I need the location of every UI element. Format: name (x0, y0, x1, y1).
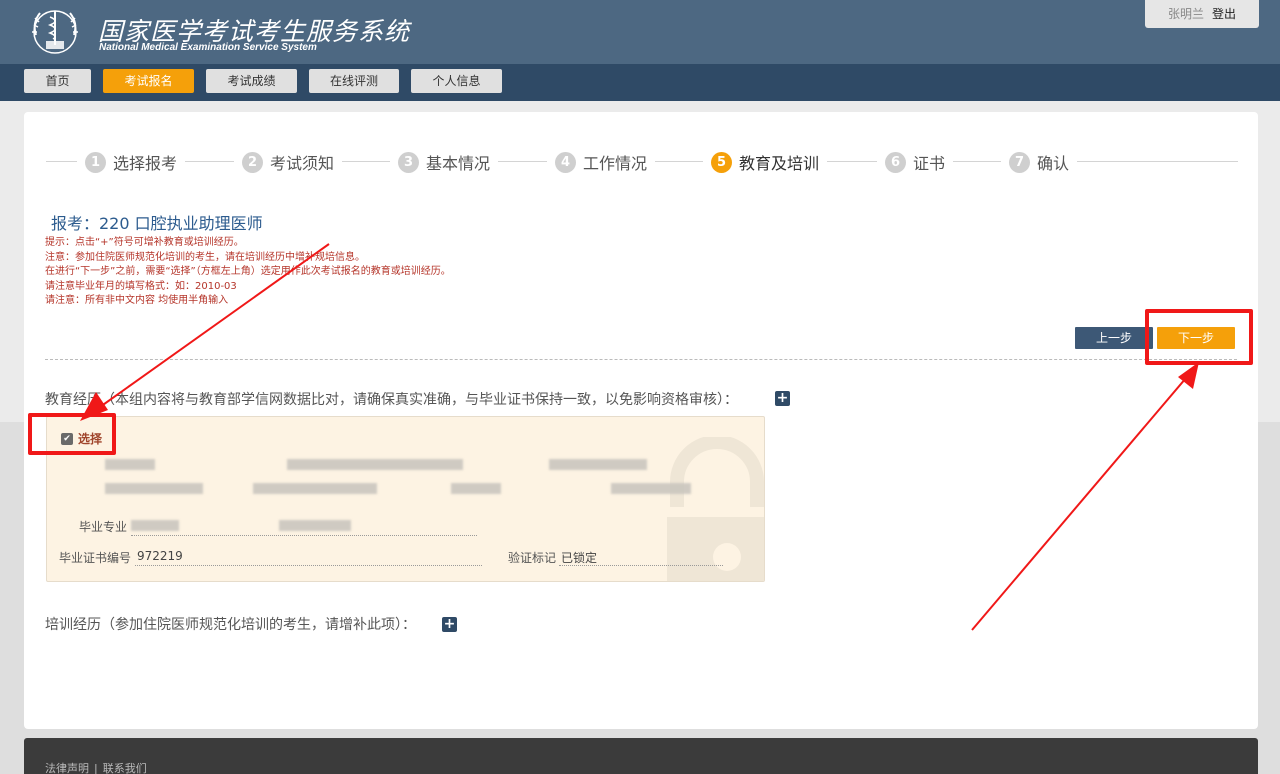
education-section-label: 教育经历（本组内容将与教育部学信网数据比对，请确保真实准确，与毕业证书保持一致，… (45, 392, 738, 408)
step-number: 2 (242, 151, 263, 173)
medical-emblem-icon (32, 10, 78, 54)
contact-link[interactable]: 联系我们 (103, 762, 147, 774)
redacted-field (105, 483, 203, 494)
footer: 法律声明 | 联系我们 (24, 738, 1258, 774)
exam-title: 报考：220 口腔执业助理医师 (51, 214, 263, 233)
step-label: 教育及培训 (739, 154, 820, 173)
nav-tab-online-assessment[interactable]: 在线评测 (309, 69, 399, 93)
redacted-field (549, 459, 647, 470)
redacted-field (253, 483, 377, 494)
step-number: 4 (555, 151, 576, 173)
step-number: 1 (85, 151, 106, 173)
step-label: 基本情况 (426, 154, 491, 173)
verify-label: 验证标记 (508, 551, 557, 565)
prev-step-button[interactable]: 上一步 (1075, 327, 1153, 349)
step-label: 考试须知 (270, 154, 335, 173)
step-select-exam: 1 选择报考 (77, 150, 186, 174)
notes-block: 提示：点击“+”符号可增补教育或培训经历。 注意：参加住院医师规范化培训的考生，… (45, 236, 451, 309)
lock-icon (667, 437, 764, 581)
step-exam-notice: 2 考试须知 (234, 150, 343, 174)
education-entry: ✔ 选择 毕业专业 毕业证书编号 972219 验证标记 已锁定 (46, 416, 765, 582)
add-education-button[interactable]: + (775, 391, 790, 406)
step-label: 工作情况 (583, 154, 648, 173)
field-underline (559, 565, 723, 566)
divider (45, 359, 1237, 360)
verify-value: 已锁定 (561, 551, 598, 565)
step-certificate: 6 证书 (877, 150, 954, 174)
site-header: 国家医学考试考生服务系统 National Medical Examinatio… (0, 0, 1280, 64)
annotation-box-next (1145, 309, 1253, 365)
nav-tab-exam-scores[interactable]: 考试成绩 (206, 69, 297, 93)
user-name: 张明兰 (1167, 7, 1204, 21)
cert-value: 972219 (137, 549, 183, 563)
field-underline (131, 535, 477, 536)
major-label: 毕业专业 (79, 520, 128, 534)
step-number: 6 (885, 151, 906, 173)
site-subtitle: National Medical Examination Service Sys… (99, 42, 317, 53)
step-basic-info: 3 基本情况 (390, 150, 499, 174)
training-section-label: 培训经历（参加住院医师规范化培训的考生，请增补此项）： (45, 617, 416, 633)
step-education-training: 5 教育及培训 (703, 150, 828, 174)
note-line: 请注意毕业年月的填写格式：如：2010-03 (45, 280, 237, 292)
nav-tab-exam-registration[interactable]: 考试报名 (103, 69, 194, 93)
legal-link[interactable]: 法律声明 (45, 762, 89, 774)
step-number: 7 (1009, 151, 1030, 173)
annotation-box-select (28, 413, 116, 455)
step-number: 5 (711, 151, 732, 173)
step-label: 选择报考 (113, 154, 178, 173)
redacted-field (131, 520, 179, 531)
redacted-field (279, 520, 351, 531)
field-underline (135, 565, 482, 566)
main-nav: 首页 考试报名 考试成绩 在线评测 个人信息 (0, 64, 1280, 101)
redacted-field (287, 459, 463, 470)
add-training-button[interactable]: + (442, 617, 457, 632)
cert-label: 毕业证书编号 (59, 551, 132, 565)
redacted-field (105, 459, 155, 470)
nav-tab-personal-info[interactable]: 个人信息 (411, 69, 502, 93)
note-line: 注意：参加住院医师规范化培训的考生，请在培训经历中增补规培信息。 (45, 251, 365, 263)
redacted-field (451, 483, 501, 494)
note-line: 提示：点击“+”符号可增补教育或培训经历。 (45, 237, 244, 248)
user-box: 张明兰 登出 (1145, 0, 1259, 28)
footer-links: 法律声明 | 联系我们 (45, 760, 147, 774)
step-confirm: 7 确认 (1001, 150, 1078, 174)
logout-link[interactable]: 登出 (1212, 7, 1236, 21)
note-line: 请注意：所有非中文内容 均使用半角输入 (45, 295, 229, 306)
step-number: 3 (398, 151, 419, 173)
nav-tab-home[interactable]: 首页 (24, 69, 91, 93)
step-work-info: 4 工作情况 (547, 150, 656, 174)
step-label: 证书 (913, 154, 946, 173)
note-line: 在进行“下一步”之前，需要“选择”（方框左上角）选定用作此次考试报名的教育或培训… (45, 266, 451, 277)
step-label: 确认 (1037, 154, 1070, 173)
footer-separator: | (94, 762, 98, 774)
redacted-field (611, 483, 691, 494)
